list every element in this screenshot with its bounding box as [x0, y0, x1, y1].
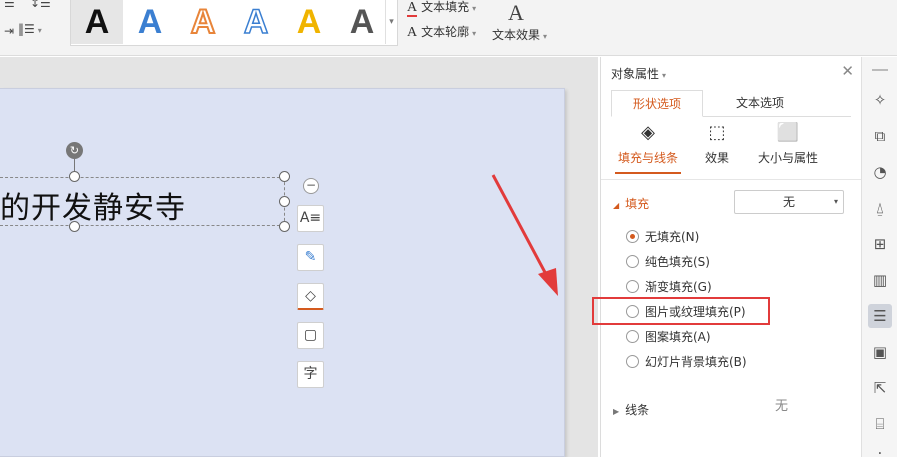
- settings-sliders-icon[interactable]: ☰: [868, 304, 892, 328]
- effects-icon: ⬚: [708, 122, 726, 143]
- line-value: 无: [735, 396, 845, 418]
- text-effect-icon[interactable]: A: [508, 0, 524, 26]
- subtab-size-and-properties[interactable]: ⬜ 大小与属性: [751, 121, 825, 166]
- text-fill-icon: A: [407, 0, 418, 17]
- text-style-icon[interactable]: ⍙: [868, 196, 892, 220]
- wordart-style-blue[interactable]: A: [124, 0, 176, 44]
- chevron-down-icon: ▾: [833, 197, 838, 206]
- panel-title[interactable]: 对象属性 ▾: [611, 65, 666, 82]
- wordart-style-orange-outline[interactable]: A: [177, 0, 229, 44]
- collapse-triangle-icon: ▶: [613, 407, 620, 416]
- paragraph-icon[interactable]: ‖☰ ▾: [18, 22, 42, 36]
- font-icon[interactable]: 字: [297, 361, 324, 388]
- resize-handle[interactable]: [279, 196, 290, 207]
- sidebar-grip: [872, 69, 888, 71]
- resize-handle[interactable]: [69, 221, 80, 232]
- chevron-down-icon: ▾: [662, 71, 667, 80]
- radio-indicator: [626, 255, 639, 268]
- wordart-style-black[interactable]: A: [71, 0, 123, 44]
- fill-section-header[interactable]: ◢ 填充: [613, 195, 649, 212]
- expand-triangle-icon: ◢: [613, 201, 620, 210]
- chevron-down-icon: ▾: [472, 4, 477, 13]
- image-icon[interactable]: ▣: [868, 340, 892, 364]
- radio-solid-fill[interactable]: 纯色填充(S): [626, 253, 710, 270]
- text-box[interactable]: 的开发静安寺: [0, 177, 285, 226]
- radio-indicator: [626, 280, 639, 293]
- panel-tabs: 形状选项 文本选项: [611, 90, 851, 117]
- chevron-down-icon: ▾: [472, 29, 477, 38]
- active-tab-underline: [615, 172, 681, 174]
- resize-handle[interactable]: [279, 221, 290, 232]
- slide[interactable]: [0, 88, 565, 457]
- rotate-handle-icon[interactable]: ↻: [66, 142, 83, 159]
- wordart-style-yellow[interactable]: A: [283, 0, 335, 44]
- subtab-effects[interactable]: ⬚ 效果: [699, 121, 735, 166]
- grid-icon[interactable]: ⊞: [868, 232, 892, 256]
- red-highlight-box: [592, 297, 770, 325]
- tab-text-options[interactable]: 文本选项: [711, 90, 809, 117]
- resize-handle[interactable]: [69, 171, 80, 182]
- text-wrap-icon[interactable]: A≡: [297, 205, 324, 232]
- text-outline-icon: A: [407, 25, 418, 40]
- divider: [601, 179, 861, 180]
- shapes-icon[interactable]: ◔: [868, 160, 892, 184]
- radio-indicator: [626, 230, 639, 243]
- chart-icon[interactable]: ▥: [868, 268, 892, 292]
- text-fill-button[interactable]: A 文本填充 ▾: [407, 0, 477, 17]
- share-icon[interactable]: ⇱: [868, 376, 892, 400]
- more-icon[interactable]: ⋮: [868, 446, 892, 457]
- collapse-toolbar-button[interactable]: −: [303, 178, 319, 194]
- bullet-icon[interactable]: ☰: [4, 0, 15, 10]
- line-section-header[interactable]: ▶ 线条: [613, 401, 649, 418]
- fill-dropdown[interactable]: 无 ▾: [734, 190, 844, 214]
- size-icon: ⬜: [776, 122, 800, 143]
- slide-text[interactable]: 的开发静安寺: [0, 183, 186, 227]
- radio-indicator: [626, 355, 639, 368]
- right-sidebar: ✧ ⧉ ◔ ⍙ ⊞ ▥ ☰ ▣ ⇱ ⌸ ⋮: [861, 57, 897, 457]
- close-icon[interactable]: ✕: [841, 62, 854, 80]
- transition-icon[interactable]: ⧉: [868, 124, 892, 148]
- fill-bucket-icon: ◈: [641, 122, 655, 143]
- text-outline-button[interactable]: A 文本轮廓 ▾: [407, 23, 476, 41]
- radio-pattern-fill[interactable]: 图案填充(A): [626, 328, 711, 345]
- archive-icon[interactable]: ⌸: [868, 412, 892, 436]
- radio-slide-background-fill[interactable]: 幻灯片背景填充(B): [626, 353, 747, 370]
- radio-gradient-fill[interactable]: 渐变填充(G): [626, 278, 712, 295]
- pin-icon[interactable]: ✧: [868, 88, 892, 112]
- wordart-style-gallery: A A A A A A ▾: [70, 0, 398, 46]
- wordart-style-blue-outline[interactable]: A: [230, 0, 282, 44]
- line-spacing-icon[interactable]: ↕☰: [30, 0, 51, 10]
- outline-icon[interactable]: ▢: [297, 322, 324, 349]
- fill-icon[interactable]: ◇: [297, 283, 324, 310]
- wordart-style-gray[interactable]: A: [336, 0, 388, 44]
- panel-subtabs: ◈ 填充与线条 ⬚ 效果 ⬜ 大小与属性: [611, 121, 851, 174]
- pen-icon[interactable]: ✎: [297, 244, 324, 271]
- gallery-scroll-icon[interactable]: ▾: [385, 0, 397, 44]
- text-effect-button[interactable]: 文本效果 ▾: [492, 26, 547, 43]
- radio-indicator: [626, 330, 639, 343]
- tab-shape-options[interactable]: 形状选项: [611, 90, 703, 117]
- paragraph-tools: ☰ ↕☰ ⇥ ‖☰ ▾: [0, 0, 62, 56]
- radio-no-fill[interactable]: 无填充(N): [626, 228, 699, 245]
- red-arrow-annotation: [491, 174, 558, 296]
- indent-icon[interactable]: ⇥: [4, 24, 14, 38]
- resize-handle[interactable]: [279, 171, 290, 182]
- ribbon: ☰ ↕☰ ⇥ ‖☰ ▾ A A A A A A ▾ A 文本填充 ▾ A 文本轮廓 ▾ A…: [0, 0, 897, 56]
- chevron-down-icon: ▾: [543, 32, 548, 41]
- subtab-fill-and-line[interactable]: ◈ 填充与线条: [615, 121, 681, 174]
